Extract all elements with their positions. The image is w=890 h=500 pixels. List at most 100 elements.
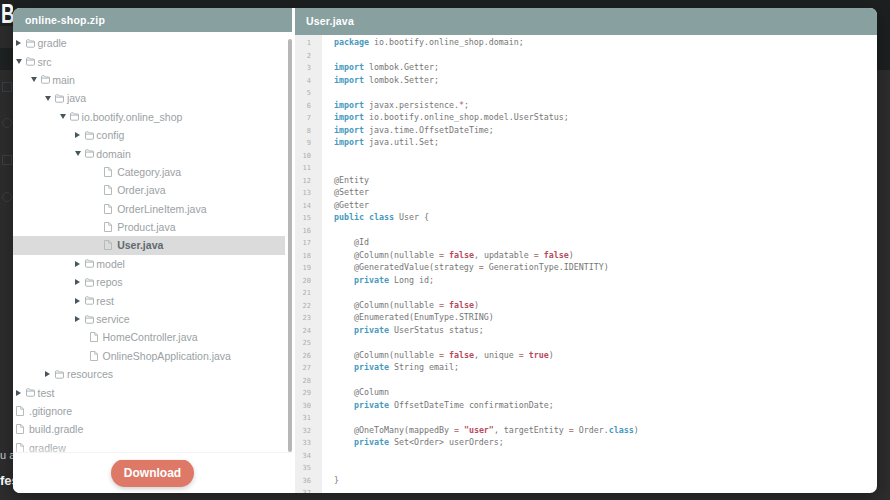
file-icon [16,443,29,452]
folder-icon [85,131,97,140]
tree-item-label: gradlew [29,442,66,452]
line-number: 17 [295,237,311,250]
tree-scrollbar-thumb[interactable] [288,39,292,452]
line-number: 3 [295,62,311,75]
chevron-down-icon[interactable] [60,114,70,119]
line-number: 24 [295,325,311,338]
tree-item-java[interactable]: java [13,89,285,107]
tree-item-label: config [96,129,124,141]
code-line: private Long id; [334,274,877,287]
tree-item--gitignore[interactable]: .gitignore [13,402,285,420]
tree-item-label: OrderLineItem.java [117,203,206,215]
code-line: @Id [334,236,877,249]
download-button[interactable]: Download [111,459,194,487]
code-line: import java.time.OffsetDateTime; [334,124,877,137]
line-number: 36 [295,475,311,488]
tree-item-main[interactable]: main [13,71,285,89]
tree-item-gradlew[interactable]: gradlew [13,439,285,452]
tree-item-label: OnlineShopApplication.java [103,350,231,362]
code-line: public class User { [334,211,877,224]
code-line: import lombok.Setter; [334,74,877,87]
code-line: import javax.persistence.*; [334,99,877,112]
folder-icon [41,75,53,84]
tree-item-test[interactable]: test [13,383,285,401]
tree-item-label: .gitignore [29,405,72,417]
line-number: 19 [295,262,311,275]
code-line: @GeneratedValue(strategy = GenerationTyp… [334,261,877,274]
tree-item-onlineshopapplication-java[interactable]: OnlineShopApplication.java [13,347,285,365]
tree-item-user-java[interactable]: User.java [13,236,285,254]
site-sidebar-backdrop: B [0,0,13,500]
line-number: 10 [295,150,311,163]
tree-item-homecontroller-java[interactable]: HomeController.java [13,328,285,346]
chevron-down-icon[interactable] [16,59,26,64]
tree-item-resources[interactable]: resources [13,365,285,383]
folder-icon [70,112,82,121]
tree-item-domain[interactable]: domain [13,144,285,162]
chevron-right-icon[interactable] [45,371,55,377]
code-line: import io.bootify.online_shop.model.User… [334,111,877,124]
folder-icon [85,315,97,324]
tree-item-service[interactable]: service [13,310,285,328]
code-viewer-panel: User.java 123456789101112131415161718192… [295,8,877,493]
line-number: 27 [295,362,311,375]
chevron-right-icon[interactable] [75,298,85,304]
tree-item-build-gradle[interactable]: build.gradle [13,420,285,438]
folder-icon [26,388,38,397]
code-line: @Getter [334,199,877,212]
code-line: @Column(nullable = false, unique = true) [334,349,877,362]
line-number: 23 [295,312,311,325]
code-line [334,461,877,474]
tree-item-repos[interactable]: repos [13,273,285,291]
folder-icon [26,39,38,48]
tree-item-order-java[interactable]: Order.java [13,181,285,199]
chevron-down-icon[interactable] [31,77,41,82]
code-line: @Column(nullable = false) [334,299,877,312]
code-line: } [334,474,877,487]
line-number: 37 [295,487,311,493]
line-number: 6 [295,100,311,113]
tree-item-orderlineitem-java[interactable]: OrderLineItem.java [13,200,285,218]
tree-item-config[interactable]: config [13,126,285,144]
tree-item-rest[interactable]: rest [13,291,285,309]
line-number: 22 [295,300,311,313]
line-number: 7 [295,112,311,125]
tree-item-label: build.gradle [29,423,83,435]
chevron-right-icon[interactable] [75,261,85,267]
code-content: package io.bootify.online_shop.domain; i… [322,35,877,493]
file-icon [104,185,117,195]
line-number: 29 [295,387,311,400]
code-line [334,49,877,62]
tree-item-io-bootify-online-shop[interactable]: io.bootify.online_shop [13,108,285,126]
file-tree-title: online-shop.zip [13,8,292,32]
chevron-right-icon[interactable] [75,316,85,322]
line-number: 20 [295,275,311,288]
chevron-right-icon[interactable] [75,132,85,138]
tree-item-product-java[interactable]: Product.java [13,218,285,236]
code-viewer-title: User.java [295,8,877,35]
chevron-right-icon[interactable] [16,390,26,396]
tree-item-gradle[interactable]: gradle [13,34,285,52]
folder-icon [26,57,38,66]
tree-item-label: src [38,56,52,68]
chevron-right-icon[interactable] [75,279,85,285]
folder-icon [85,296,97,305]
line-number: 32 [295,425,311,438]
tree-item-category-java[interactable]: Category.java [13,163,285,181]
tree-item-model[interactable]: model [13,255,285,273]
file-icon [16,406,29,416]
tree-item-label: service [96,313,129,325]
tree-item-src[interactable]: src [13,52,285,70]
code-line [334,449,877,462]
code-line: @Entity [334,174,877,187]
tree-item-label: HomeController.java [103,331,198,343]
file-icon [104,240,117,250]
file-icon [104,167,117,177]
chevron-down-icon[interactable] [45,96,55,101]
chevron-down-icon[interactable] [75,151,85,156]
line-number: 5 [295,87,311,100]
code-line: private UserStatus status; [334,324,877,337]
chevron-right-icon[interactable] [16,40,26,46]
file-tree: gradle src mainjavaio.bootify.online_shopc… [13,32,292,452]
tree-item-label: test [38,387,55,399]
